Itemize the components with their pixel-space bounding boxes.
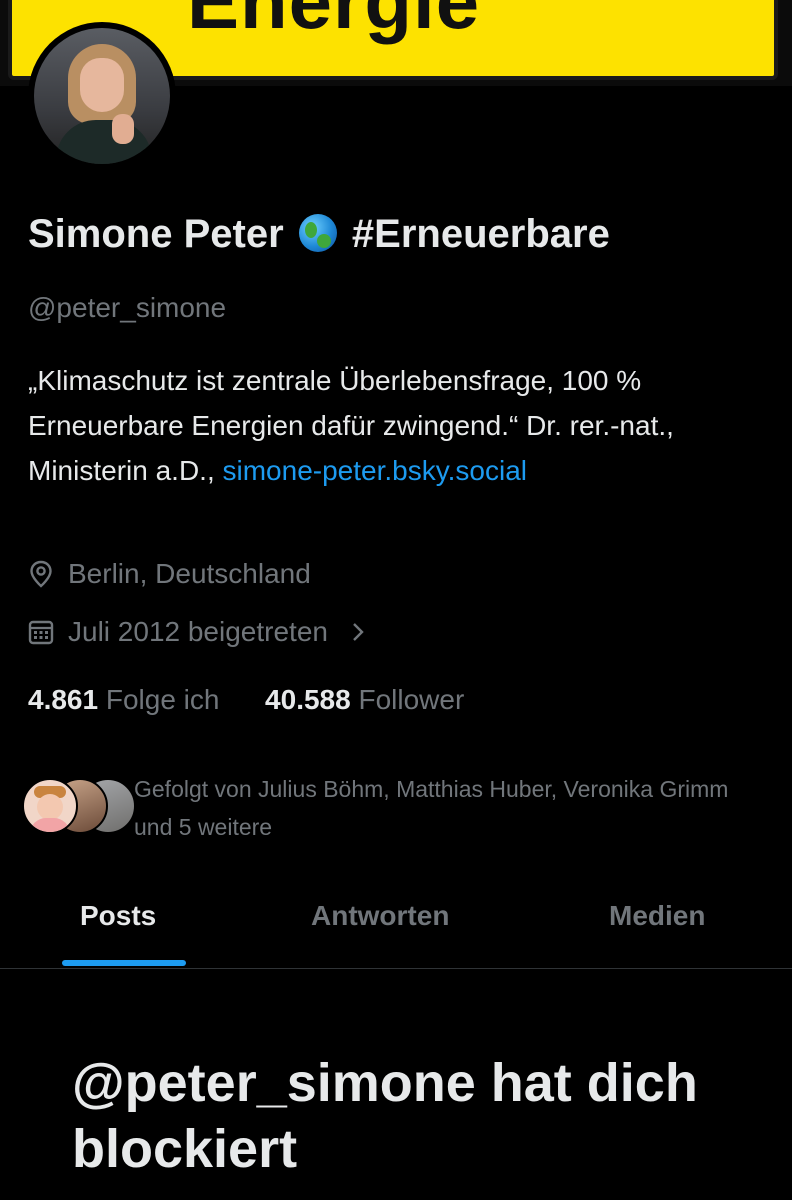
- avatar: [22, 778, 78, 834]
- following-stat[interactable]: 4.861 Folge ich: [28, 684, 219, 715]
- profile-avatar[interactable]: [28, 22, 176, 170]
- profile-location: Berlin, Deutschland: [28, 558, 311, 590]
- location-text: Berlin, Deutschland: [68, 558, 311, 589]
- followed-by-text[interactable]: Gefolgt von Julius Böhm, Matthias Huber,…: [134, 770, 754, 846]
- profile-name: Simone Peter #Erneuerbare: [28, 212, 610, 257]
- joined-text: Juli 2012 beigetreten: [68, 616, 328, 647]
- following-count: 4.861: [28, 684, 99, 715]
- globe-icon: [298, 214, 337, 252]
- bio-link[interactable]: simone-peter.bsky.social: [223, 455, 528, 486]
- profile-name-text: Simone Peter: [28, 212, 284, 256]
- following-label: Folge ich: [105, 684, 220, 715]
- followers-label: Follower: [358, 684, 465, 715]
- blocked-message: @peter_simone hat dich blockiert: [72, 1053, 698, 1179]
- profile-stats: 4.861 Folge ich 40.588 Follower: [28, 684, 464, 716]
- profile-handle: @peter_simone: [28, 292, 227, 323]
- tab-posts[interactable]: Posts: [80, 900, 156, 932]
- chevron-right-icon: [353, 623, 364, 641]
- profile-hashtag: #Erneuerbare: [351, 212, 610, 256]
- followed-by-avatars[interactable]: [22, 778, 136, 834]
- location-pin-icon: [30, 560, 52, 588]
- calendar-icon: [28, 620, 54, 645]
- profile-bio: „Klimaschutz ist zentrale Überlebensfrag…: [28, 358, 768, 493]
- avatar-photo: [34, 28, 170, 164]
- profile-tabs: Posts Antworten Medien: [0, 880, 792, 969]
- tab-antworten[interactable]: Antworten: [311, 900, 449, 932]
- followers-stat[interactable]: 40.588 Follower: [265, 684, 464, 715]
- followers-count: 40.588: [265, 684, 351, 715]
- tab-medien[interactable]: Medien: [609, 900, 705, 932]
- profile-joined[interactable]: Juli 2012 beigetreten: [28, 616, 366, 648]
- banner-sign-text: Energie: [187, 0, 481, 45]
- active-tab-indicator: [62, 960, 186, 966]
